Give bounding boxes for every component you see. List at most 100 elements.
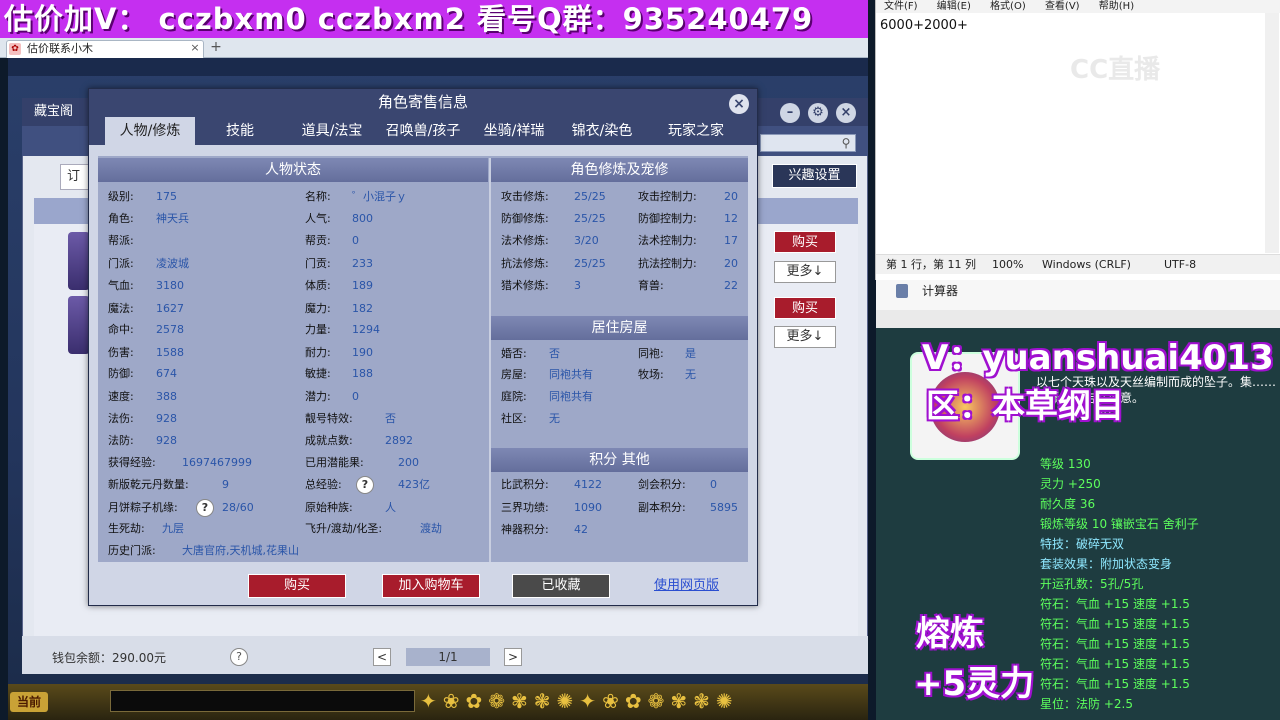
buy-button[interactable]: 购买 — [774, 231, 836, 253]
cc-logo-watermark: CC直播 — [1070, 55, 1161, 85]
stat-label: 门派: — [108, 257, 134, 270]
tab-skills[interactable]: 技能 — [205, 117, 275, 145]
stat-label: 法防: — [108, 434, 134, 447]
next-page-button[interactable]: > — [504, 648, 522, 666]
avatar[interactable] — [68, 232, 90, 290]
stat-label: 成就点数: — [305, 434, 353, 447]
menu-help[interactable]: 帮助(H) — [1099, 0, 1134, 13]
wallet-balance: 钱包余额：290.00元 — [52, 651, 166, 665]
chat-channel-button[interactable]: 当前 — [10, 692, 48, 712]
cursor-position: 第 1 行，第 11 列 — [886, 258, 976, 271]
column-divider — [489, 158, 491, 562]
notepad-text-area[interactable]: 6000+2000+ — [880, 17, 1260, 35]
item-stat: 特技：破碎无双 — [1040, 537, 1125, 551]
help-icon[interactable]: ? — [196, 499, 214, 517]
stat-label: 三界功绩: — [501, 501, 549, 514]
stat-label: 已用潜能果: — [305, 456, 364, 469]
minimize-icon[interactable]: – — [780, 103, 800, 123]
help-icon[interactable]: ? — [356, 476, 374, 494]
stat-label: 帮派: — [108, 234, 134, 247]
stat-value: 0 — [710, 478, 717, 491]
stat-value: 928 — [156, 434, 177, 447]
tab-items[interactable]: 道具/法宝 — [290, 117, 374, 145]
close-icon[interactable]: × — [836, 103, 856, 123]
section-points-header: 积分 其他 — [491, 448, 748, 472]
stat-value: 388 — [156, 390, 177, 403]
prev-page-button[interactable]: < — [373, 648, 391, 666]
add-to-cart-button[interactable]: 加入购物车 — [382, 574, 480, 598]
menu-view[interactable]: 查看(V) — [1045, 0, 1080, 13]
tab-outfits[interactable]: 锦衣/染色 — [560, 117, 644, 145]
stat-label: 历史门派: — [108, 544, 156, 557]
stat-value: 20 — [724, 190, 738, 203]
stat-value: 42 — [574, 523, 588, 536]
menu-file[interactable]: 文件(F) — [884, 0, 918, 13]
stat-label: 体质: — [305, 279, 331, 292]
stat-value: 20 — [724, 257, 738, 270]
section-status-header: 人物状态 — [98, 158, 488, 182]
stat-label: 气血: — [108, 279, 134, 292]
item-stat: 符石：气血 +15 速度 +1.5 — [1040, 677, 1190, 691]
stat-value: 同袍共有 — [549, 368, 593, 381]
stat-value: 800 — [352, 212, 373, 225]
close-icon[interactable]: × — [729, 94, 749, 114]
stat-label: 生死劫: — [108, 522, 145, 535]
scrollbar[interactable] — [1265, 13, 1279, 253]
new-tab-icon[interactable]: + — [209, 39, 223, 57]
stat-label: 靓号特效: — [305, 412, 353, 425]
stat-label: 敏捷: — [305, 367, 331, 380]
stat-label: 副本积分: — [638, 501, 686, 514]
stat-label: 同袍: — [638, 347, 664, 360]
tab-mounts[interactable]: 坐骑/祥瑞 — [472, 117, 556, 145]
web-version-link[interactable]: 使用网页版 — [654, 576, 734, 596]
stat-value: 17 — [724, 234, 738, 247]
tab-close-icon[interactable]: × — [188, 40, 202, 56]
help-icon[interactable]: ? — [230, 648, 248, 666]
browser-tab[interactable]: 估价联系小木 — [6, 40, 204, 58]
stat-label: 新版乾元丹数量: — [108, 478, 189, 491]
stat-label: 命中: — [108, 323, 134, 336]
buy-button[interactable]: 购买 — [248, 574, 346, 598]
menu-format[interactable]: 格式(O) — [990, 0, 1026, 13]
stat-label: 攻击修炼: — [501, 190, 549, 203]
favicon-icon: ✿ — [9, 43, 21, 55]
favorited-button[interactable]: 已收藏 — [512, 574, 610, 598]
gear-icon[interactable]: ⚙ — [808, 103, 828, 123]
stat-value: 182 — [352, 302, 373, 315]
chat-input[interactable] — [110, 690, 415, 712]
stat-value: 674 — [156, 367, 177, 380]
tab-pets[interactable]: 召唤兽/孩子 — [378, 117, 468, 145]
stat-value: 9 — [222, 478, 229, 491]
buy-button[interactable]: 购买 — [774, 297, 836, 319]
calculator-label[interactable]: 计算器 — [922, 282, 1002, 300]
menu-edit[interactable]: 编辑(E) — [937, 0, 971, 13]
tab-character[interactable]: 人物/修炼 — [105, 117, 195, 145]
more-button[interactable]: 更多↓ — [774, 326, 836, 348]
calculator-icon[interactable] — [896, 284, 908, 298]
interest-settings-button[interactable]: 兴趣设置 — [772, 164, 857, 188]
stat-value: 233 — [352, 257, 373, 270]
avatar[interactable] — [68, 296, 90, 354]
dialog-title: 角色寄售信息 — [377, 93, 468, 111]
stat-value: 同袍共有 — [549, 390, 593, 403]
stat-label: 防御: — [108, 367, 134, 380]
item-stat: 开运孔数：5孔/5孔 — [1040, 577, 1144, 591]
stat-label: 飞升/渡劫/化圣: — [305, 522, 383, 535]
stat-label: 耐力: — [305, 346, 331, 359]
more-button[interactable]: 更多↓ — [774, 261, 836, 283]
stat-value: 0 — [352, 234, 359, 247]
tab-home[interactable]: 玩家之家 — [652, 117, 740, 145]
game-shortcut-icons[interactable]: ✦❀✿❁✾❃✺✦❀✿❁✾❃✺ — [420, 686, 868, 716]
stat-label: 伤害: — [108, 346, 134, 359]
stat-value: 0 — [352, 390, 359, 403]
stat-label: 获得经验: — [108, 456, 156, 469]
search-icon[interactable]: ⚲ — [838, 135, 854, 151]
stat-label: 法术控制力: — [638, 234, 697, 247]
stat-label: 比武积分: — [501, 478, 549, 491]
contact-overlay: V：yuanshuai4013 — [922, 338, 1274, 378]
item-stat: 符石：气血 +15 速度 +1.5 — [1040, 657, 1190, 671]
stat-value: 否 — [549, 347, 560, 360]
stat-label: 法伤: — [108, 412, 134, 425]
stat-value: 人 — [385, 501, 396, 514]
stat-label: 猎术修炼: — [501, 279, 549, 292]
